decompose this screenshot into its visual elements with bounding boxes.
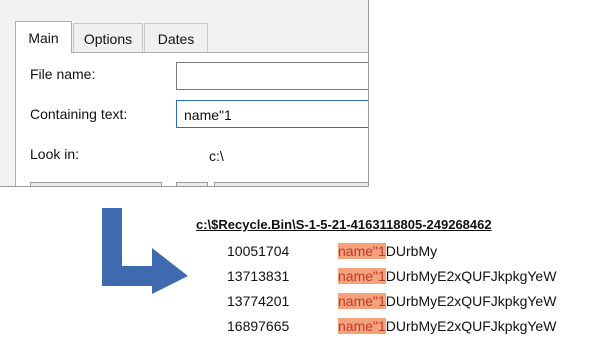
tab-options[interactable]: Options [73, 23, 143, 53]
look-in-field[interactable]: c:\ [176, 139, 368, 173]
result-offset: 16897665 [227, 318, 290, 334]
result-row[interactable]: 10051704 name"1DUrbMy [0, 240, 610, 264]
file-name-field[interactable] [176, 62, 368, 90]
result-offset: 13713831 [227, 268, 290, 284]
match-rest: DUrbMy [385, 243, 438, 259]
match-rest: DUrbMyE2xQUFJkpkgYeW [385, 268, 557, 284]
tab-dates[interactable]: Dates [144, 23, 208, 53]
look-in-label: Look in: [30, 146, 80, 162]
match-highlight: name"1 [338, 243, 386, 259]
hidden-field-edge [214, 182, 368, 186]
result-match: name"1DUrbMyE2xQUFJkpkgYeW [338, 293, 556, 309]
result-offset: 10051704 [227, 243, 290, 259]
search-dialog: Main Options Dates File name: Containing… [0, 0, 369, 187]
result-match: name"1DUrbMyE2xQUFJkpkgYeW [338, 268, 556, 284]
result-row[interactable]: 13774201 name"1DUrbMyE2xQUFJkpkgYeW [0, 290, 610, 314]
match-rest: DUrbMyE2xQUFJkpkgYeW [385, 293, 557, 309]
match-highlight: name"1 [338, 293, 386, 309]
result-match: name"1DUrbMyE2xQUFJkpkgYeW [338, 318, 556, 334]
result-row[interactable]: 13713831 name"1DUrbMyE2xQUFJkpkgYeW [0, 265, 610, 289]
hidden-dropdown-edge [30, 182, 162, 186]
match-highlight: name"1 [338, 318, 386, 334]
result-row[interactable]: 16897665 name"1DUrbMyE2xQUFJkpkgYeW [0, 315, 610, 339]
containing-text-field[interactable]: name"1 [176, 100, 368, 128]
result-offset: 13774201 [227, 293, 290, 309]
match-rest: DUrbMyE2xQUFJkpkgYeW [385, 318, 557, 334]
hidden-button-edge [176, 182, 208, 186]
containing-text-label: Containing text: [30, 106, 128, 122]
result-path[interactable]: c:\$Recycle.Bin\S-1-5-21-4163118805-2492… [196, 217, 492, 232]
result-match: name"1DUrbMy [338, 243, 437, 259]
file-name-label: File name: [30, 66, 96, 82]
tab-main[interactable]: Main [15, 21, 72, 53]
match-highlight: name"1 [338, 268, 386, 284]
